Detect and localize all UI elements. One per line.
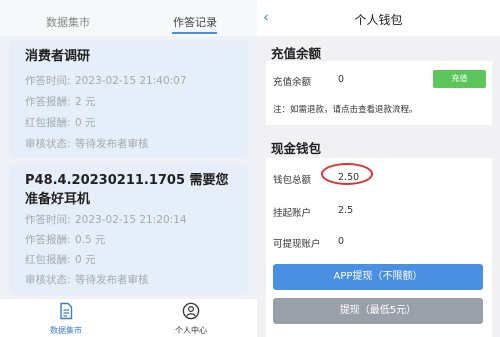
field-label: 审核状态: bbox=[25, 274, 71, 286]
record-field: 红包报酬: 0 元 bbox=[25, 115, 96, 130]
field-value: 2 元 bbox=[75, 96, 96, 108]
nav-label: 数据集市 bbox=[50, 326, 82, 335]
withdraw-button[interactable]: 提现（最低5元） bbox=[273, 298, 483, 324]
cash-section-title: 现金钱包 bbox=[271, 141, 322, 156]
field-label: 作答报酬: bbox=[25, 234, 71, 246]
wallet-total-label: 钱包总额 bbox=[273, 175, 312, 186]
field-label: 作答时间: bbox=[25, 75, 71, 87]
nav-data-market[interactable]: 数据集市 bbox=[36, 302, 96, 336]
wallet-panel: ‹ 个人钱包 充值余额 充值余额 0 充值 注：如需退款，请点击查看退款流程。 … bbox=[257, 0, 500, 337]
record-field: 作答时间: 2023-02-15 21:40:07 bbox=[25, 73, 187, 88]
record-card[interactable]: P48.4.20230211.1705 需要您准备好耳机 作答时间: 2023-0… bbox=[9, 165, 248, 295]
nav-label: 个人中心 bbox=[175, 326, 207, 335]
record-title: 消费者调研 bbox=[25, 49, 91, 64]
page-title: 个人钱包 bbox=[354, 13, 403, 27]
record-field: 作答报酬: 0.5 元 bbox=[25, 232, 106, 247]
recharge-balance-value: 0 bbox=[338, 74, 345, 85]
active-tab-indicator bbox=[172, 32, 217, 34]
field-value: 等待发布者审核 bbox=[75, 274, 149, 286]
field-label: 红包报酬: bbox=[25, 117, 71, 129]
field-label: 红包报酬: bbox=[25, 254, 71, 266]
document-icon bbox=[60, 302, 73, 320]
bottom-navigation: 数据集市 个人中心 bbox=[0, 299, 257, 337]
app-withdraw-button[interactable]: APP提现（不限额） bbox=[273, 264, 483, 290]
wallet-header: ‹ 个人钱包 bbox=[257, 0, 500, 36]
recharge-button[interactable]: 充值 bbox=[433, 70, 486, 88]
record-field: 审核状态: 等待发布者审核 bbox=[25, 272, 149, 287]
field-label: 审核状态: bbox=[25, 138, 71, 150]
field-value: 2023-02-15 21:40:07 bbox=[75, 75, 187, 87]
field-value: 0.5 元 bbox=[75, 234, 106, 246]
tab-answer-records[interactable]: 作答记录 bbox=[173, 14, 217, 30]
record-field: 作答报酬: 2 元 bbox=[25, 94, 96, 109]
record-field: 作答时间: 2023-02-15 21:20:14 bbox=[25, 212, 187, 227]
field-label: 作答报酬: bbox=[25, 96, 71, 108]
cash-wallet-panel: 钱包总额 2.50 挂起账户 2.5 可提现账户 0 APP提现（不限额） 提现… bbox=[266, 158, 492, 337]
answer-records-panel: 数据集市 作答记录 消费者调研 作答时间: 2023-02-15 21:40:07… bbox=[0, 0, 257, 337]
record-card[interactable]: 消费者调研 作答时间: 2023-02-15 21:40:07 作答报酬: 2 元 … bbox=[9, 40, 248, 158]
field-label: 作答时间: bbox=[25, 214, 71, 226]
field-value: 2023-02-15 21:20:14 bbox=[75, 214, 187, 226]
field-value: 0 元 bbox=[75, 254, 96, 266]
record-field: 红包报酬: 0 元 bbox=[25, 252, 96, 267]
withdrawable-account-value: 0 bbox=[338, 236, 345, 247]
top-tabs: 数据集市 作答记录 bbox=[0, 0, 257, 36]
wallet-total-value: 2.50 bbox=[338, 172, 360, 183]
record-title: P48.4.20230211.1705 需要您准备好耳机 bbox=[25, 173, 229, 207]
pending-account-label: 挂起账户 bbox=[273, 208, 312, 219]
refund-note[interactable]: 注：如需退款，请点击查看退款流程。 bbox=[273, 103, 418, 115]
recharge-panel: 充值余额 0 充值 注：如需退款，请点击查看退款流程。 bbox=[266, 61, 492, 125]
tab-data-market[interactable]: 数据集市 bbox=[46, 14, 90, 30]
recharge-section-title: 充值余额 bbox=[271, 46, 322, 61]
withdrawable-account-label: 可提现账户 bbox=[273, 239, 321, 250]
record-field: 审核状态: 等待发布者审核 bbox=[25, 136, 149, 151]
user-icon bbox=[182, 302, 200, 320]
field-value: 等待发布者审核 bbox=[75, 138, 149, 150]
nav-personal-center[interactable]: 个人中心 bbox=[161, 302, 221, 336]
pending-account-value: 2.5 bbox=[338, 205, 354, 216]
recharge-balance-label: 充值余额 bbox=[273, 77, 312, 88]
field-value: 0 元 bbox=[75, 117, 96, 129]
